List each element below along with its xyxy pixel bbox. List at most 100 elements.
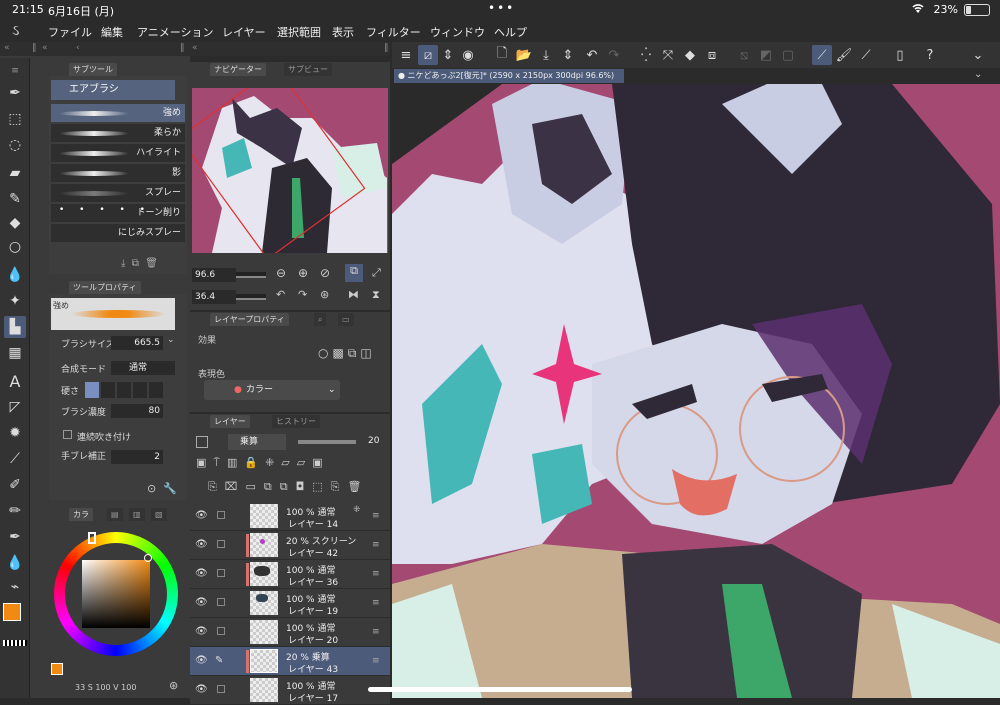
menu-view[interactable]: 表示 (332, 24, 354, 40)
edit-mode-icon[interactable]: ⧄ (418, 45, 438, 65)
new-file-icon[interactable]: 🗋 (492, 45, 512, 65)
modifier-key-icon[interactable]: ◉ (458, 45, 478, 65)
gradient-tool-icon[interactable]: ▦ (4, 342, 26, 364)
subtool-footer-icons[interactable]: ⤓ ⧉ 🗑 (121, 258, 158, 269)
mid-grip-icon[interactable]: ‖ (384, 43, 389, 53)
tab-other[interactable]: ▭ (338, 313, 354, 326)
layer-menu-icon[interactable]: ≡ (372, 656, 380, 666)
menu-selection[interactable]: 選択範囲 (277, 24, 321, 40)
layer-checkbox[interactable] (217, 627, 225, 635)
drops-tool-icon[interactable]: 💧 (4, 552, 26, 574)
tab-navigator[interactable]: ナビゲーター (210, 63, 266, 76)
document-tab[interactable]: ● ニケどあっぷ2[復元]* (2590 x 2150px 300dpi 96.… (394, 69, 624, 83)
visibility-eye-icon[interactable]: 👁 (195, 539, 208, 550)
move-tool-icon[interactable]: ⬚ (4, 108, 26, 130)
pen-tool-icon[interactable]: ✎ (4, 188, 26, 210)
layer-menu-icon[interactable]: ≡ (372, 511, 380, 521)
tab-color-set[interactable]: ▤ (107, 508, 123, 521)
sparkle-tool-icon[interactable]: ✦ (4, 290, 26, 312)
brush-highlight[interactable]: ハイライト (51, 144, 185, 163)
artwork-canvas[interactable] (392, 84, 1000, 698)
menu-animation[interactable]: アニメーション (137, 24, 214, 40)
layer-toolbar-row1[interactable]: ▣⍑▥🔒⁜▱▱▣ (196, 456, 386, 476)
pen-pressure-icon[interactable]: ⟋ (812, 45, 832, 65)
toolbar-menu-icon[interactable]: ≡ (4, 60, 26, 82)
eraser-tool-icon[interactable]: ▰ (4, 162, 26, 184)
airbrush-tool-icon[interactable]: ▙ (4, 316, 26, 338)
layer-toolbar-row2[interactable]: ⎘⌧▭⧉⧉◘⬚⎘🗑 (208, 480, 388, 500)
visibility-eye-icon[interactable]: 👁 (195, 568, 208, 579)
layer-row-43[interactable]: 👁 ✎ 20 % 乗算 レイヤー 43 ≡ (190, 647, 390, 676)
pencil-tool-icon[interactable]: ✏ (4, 500, 26, 522)
layer-row-42[interactable]: 👁 20 % スクリーン レイヤー 42 ≡ (190, 531, 390, 560)
brush-blur-spray[interactable]: にじみスプレー (51, 224, 185, 243)
fullscreen-icon[interactable]: ⤢ (372, 266, 381, 280)
help-icon[interactable]: ? (920, 45, 940, 65)
display-color-select[interactable]: ● カラー ⌄ (204, 380, 340, 400)
layer-opacity-slider[interactable] (298, 440, 356, 444)
menu-edit[interactable]: 編集 (101, 24, 123, 40)
blend-tool-icon[interactable]: 💧 (4, 264, 26, 286)
fill-icon[interactable]: ◆ (680, 45, 700, 65)
dock-grip-icon-2[interactable]: ‖ (180, 43, 185, 53)
expand-chevron-icon[interactable]: ⌄ (968, 45, 988, 65)
home-indicator[interactable] (368, 687, 632, 692)
app-logo-icon[interactable]: ઽ (12, 21, 19, 39)
snap-ruler-icon[interactable]: ⧅ (734, 45, 754, 65)
snap-grid-icon[interactable]: ▢ (778, 45, 798, 65)
zoom-value[interactable]: 96.6 (192, 268, 236, 282)
tab-color-wheel[interactable]: カラ (69, 508, 93, 521)
fit-window-icon[interactable]: ⧉ (345, 264, 363, 282)
tab-color-slider[interactable]: ▧ (151, 508, 167, 521)
hardness-selector[interactable] (85, 382, 165, 398)
layer-menu-icon[interactable]: ≡ (372, 598, 380, 608)
doc-tab-chevron-icon[interactable]: ⌄ (974, 69, 982, 80)
layer-row-36[interactable]: 👁 100 % 通常 レイヤー 36 ≡ (190, 560, 390, 589)
layer-menu-icon[interactable]: ≡ (372, 627, 380, 637)
brush-size-value[interactable]: 665.5 (111, 336, 163, 350)
menu-filter[interactable]: フィルター (366, 24, 421, 40)
layer-menu-icon[interactable]: ≡ (372, 569, 380, 579)
zoom-out-icon[interactable]: ⊖ (276, 266, 286, 280)
flip-horizontal-icon[interactable]: ⧓ (348, 288, 359, 301)
updown-chevron-icon[interactable]: ⇕ (438, 45, 458, 65)
brush-size-chevron-icon[interactable]: ⌄ (167, 335, 175, 345)
navigator-preview[interactable] (192, 88, 388, 253)
brush-spray[interactable]: スプレー (51, 184, 185, 203)
menu-help[interactable]: ヘルプ (494, 24, 527, 40)
collapse-icon[interactable]: « (42, 43, 48, 53)
clear-icon[interactable]: ⤧ (658, 45, 678, 65)
layer-blend-select[interactable]: 乗算 (228, 434, 286, 450)
rotation-value[interactable]: 36.4 (192, 290, 236, 304)
zoom-slider[interactable] (236, 272, 266, 278)
brush-tool-icon[interactable]: ⟋ (4, 448, 26, 470)
tab-subview[interactable]: サブビュー (284, 63, 332, 76)
layer-checkbox[interactable] (217, 511, 225, 519)
saturation-value-square[interactable] (82, 560, 150, 628)
brush-tone-scrape[interactable]: • • • • • トーン削り (51, 204, 185, 223)
tab-tool-property[interactable]: ツールプロパティ (69, 281, 141, 294)
open-folder-icon[interactable]: 📂 (514, 45, 534, 65)
subtool-group-airbrush[interactable]: エアブラシ (51, 80, 175, 100)
collapse-mid-icon[interactable]: « (192, 43, 198, 53)
effect-line-tool-icon[interactable]: ✹ (4, 422, 26, 444)
rotate-right-icon[interactable]: ↷ (298, 288, 307, 301)
ruler-tool-icon[interactable]: ✒ (4, 526, 26, 548)
layer-row-19[interactable]: 👁 100 % 通常 レイヤー 19 ≡ (190, 589, 390, 618)
rotation-slider[interactable] (236, 294, 266, 300)
effect-icons[interactable]: ○▩⧉◫ (318, 346, 376, 361)
hamburger-menu-icon[interactable]: ≡ (396, 45, 416, 65)
tab-history[interactable]: ヒストリー (272, 415, 320, 428)
dock-grip-icon[interactable]: ‖ (32, 43, 37, 53)
zoom-in-icon[interactable]: ⊕ (298, 266, 308, 280)
frame-tool-icon[interactable]: ◸ (4, 396, 26, 418)
color-mode-icon[interactable]: ⊛ (169, 679, 178, 692)
layer-row-20[interactable]: 👁 100 % 通常 レイヤー 20 ≡ (190, 618, 390, 647)
hue-ring[interactable] (54, 532, 178, 656)
canvas-area[interactable] (392, 84, 1000, 698)
hue-cursor[interactable] (88, 532, 96, 544)
layer-opacity-value[interactable]: 20 (368, 436, 379, 446)
dropper-tool-icon[interactable]: ⌁ (4, 576, 26, 598)
tab-layer-property[interactable]: レイヤープロパティ (210, 313, 289, 326)
color-main-mini[interactable] (51, 663, 63, 675)
